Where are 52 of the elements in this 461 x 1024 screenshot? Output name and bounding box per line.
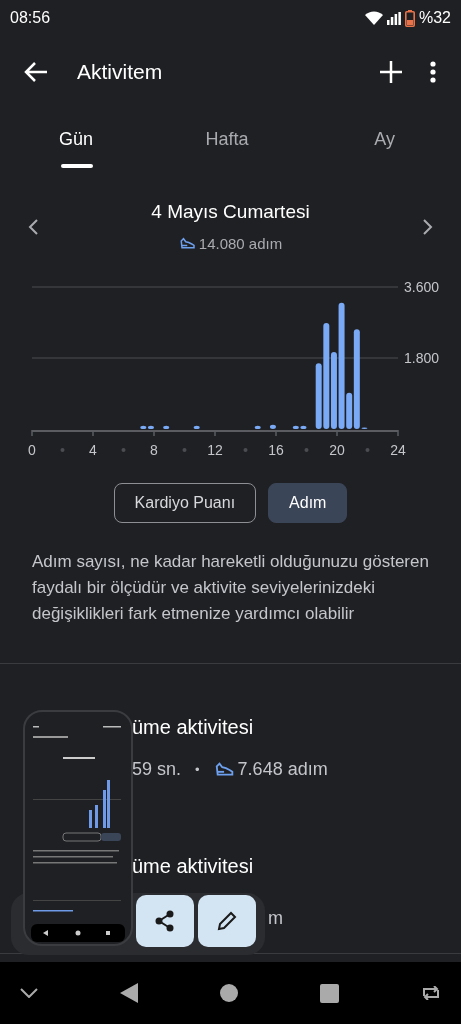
share-button[interactable]: [136, 895, 194, 947]
x-tick-label: 4: [89, 442, 98, 458]
description-text: Adım sayısı, ne kadar hareketli olduğunuzu gösteren faydalı bir ölçüdür ve aktivite seviyelerinizdeki değişiklikleri fark etmenize yardımcı olabilir: [31, 551, 430, 625]
add-button[interactable]: [377, 58, 405, 86]
x-tick-label: 0: [28, 442, 37, 458]
more-options-icon: [430, 61, 436, 83]
metric-chip[interactable]: Kardiyo Puanı: [113, 483, 257, 523]
rotate-icon: [421, 986, 441, 1000]
page-title: Aktivitem: [77, 59, 164, 86]
status-time: 08:56: [10, 8, 51, 28]
chevron-down-icon: [20, 988, 38, 998]
collapse-button[interactable]: [20, 988, 38, 998]
back-nav-button[interactable]: [120, 983, 138, 1003]
chevron-left-icon: [28, 218, 38, 235]
battery-icon: [404, 9, 415, 27]
activity-title: üme aktivitesi: [132, 715, 255, 740]
share-icon: [155, 910, 175, 932]
metric-chip[interactable]: Adım: [268, 483, 348, 523]
pencil-icon: [217, 911, 237, 931]
period-tab[interactable]: Gün: [0, 108, 171, 170]
x-tick-label: 16: [268, 442, 284, 458]
y-tick-label: 1.800: [404, 350, 440, 366]
home-nav-button[interactable]: [220, 984, 238, 1002]
activity-duration: 59 sn.: [132, 758, 182, 781]
x-tick-label: 12: [207, 442, 223, 458]
recents-nav-button[interactable]: [320, 983, 339, 1003]
wifi-icon: [364, 11, 383, 25]
triangle-back-icon: [120, 983, 138, 1003]
battery-percent: %32: [418, 8, 451, 28]
date-title: 4 Mayıs Cumartesi: [151, 200, 310, 224]
step-bar-chart: 1.800 3.600 0 4 8 12 16 20 24: [0, 277, 461, 463]
period-tab[interactable]: Ay: [283, 108, 461, 170]
separator-dot: •: [195, 760, 200, 779]
y-tick-label: 3.600: [404, 279, 440, 295]
chevron-right-icon: [423, 218, 433, 235]
activity-title: üme aktivitesi: [132, 854, 255, 879]
signal-icon: [386, 11, 401, 25]
more-button[interactable]: [427, 58, 439, 86]
home-circle-icon: [220, 984, 238, 1002]
edit-button[interactable]: [198, 895, 256, 947]
recents-square-icon: [320, 983, 339, 1003]
plus-icon: [380, 61, 402, 83]
x-tick-label: 8: [150, 442, 159, 458]
rotate-button[interactable]: [421, 986, 441, 1000]
x-tick-label: 20: [329, 442, 345, 458]
activity-steps: 7.648 adım: [237, 756, 328, 783]
period-tab[interactable]: Hafta: [171, 108, 283, 170]
activity-detail-text: m: [268, 907, 283, 930]
daily-steps: 14.080 adım: [198, 232, 283, 255]
screenshot-thumbnail-drawing[interactable]: [23, 710, 133, 946]
x-tick-label: 24: [390, 442, 406, 458]
back-arrow-icon: [24, 61, 48, 83]
